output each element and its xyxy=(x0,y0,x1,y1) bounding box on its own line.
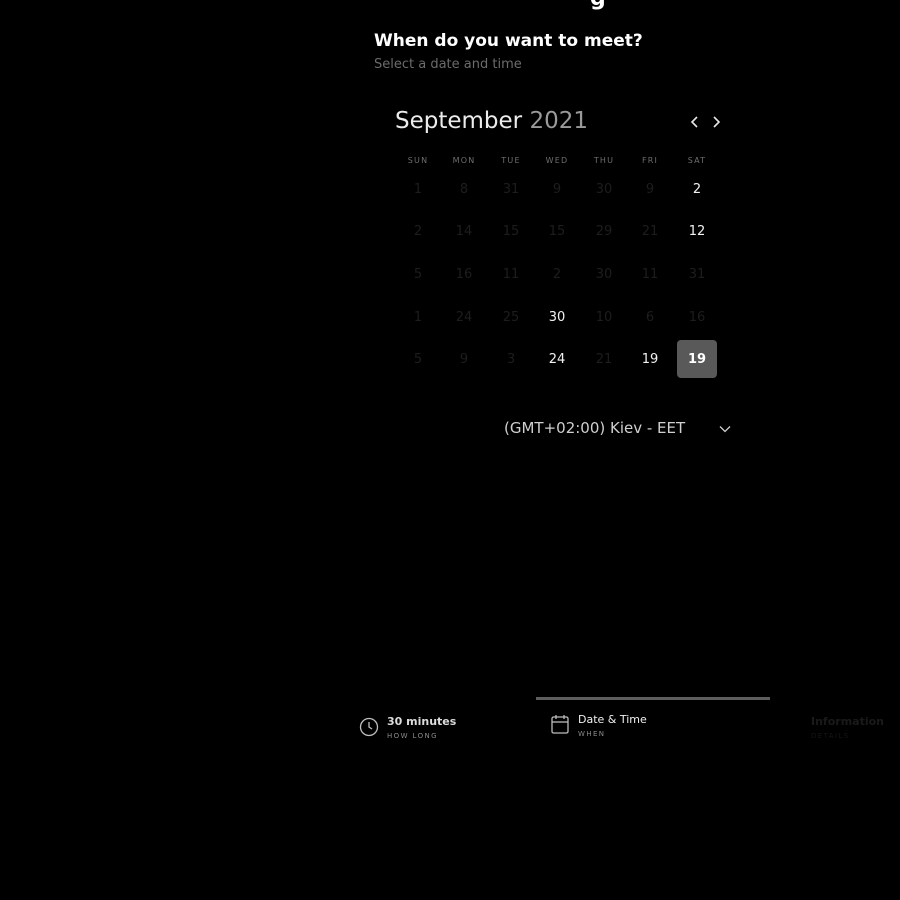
calendar-day: 9 xyxy=(645,181,655,197)
weekday-label: SUN xyxy=(407,156,429,165)
weekday-label: THU xyxy=(593,156,615,165)
chevron-right-icon xyxy=(713,116,721,128)
calendar-day: 29 xyxy=(595,223,613,239)
calendar-day: 21 xyxy=(595,351,613,367)
calendar-day: 15 xyxy=(548,223,566,239)
calendar-year: 2021 xyxy=(529,108,588,134)
weekday-label: TUE xyxy=(501,156,521,165)
calendar-day[interactable]: 12 xyxy=(677,212,717,250)
timezone-label: (GMT+02:00) Kiev - EET xyxy=(504,419,686,437)
calendar-day[interactable]: 24 xyxy=(537,340,577,378)
calendar-day: 5 xyxy=(413,351,423,367)
calendar-day: 1 xyxy=(413,181,423,197)
chevron-left-icon xyxy=(690,116,698,128)
page-heading-fragment: g xyxy=(590,0,606,11)
calendar-month-year: September 2021 xyxy=(395,108,588,134)
step-information-sublabel: DETAILS xyxy=(811,732,850,740)
weekday-label: MON xyxy=(452,156,476,165)
calendar-day: 31 xyxy=(502,181,520,197)
step-date-time-label: Date & Time xyxy=(578,713,647,726)
calendar-day: 6 xyxy=(645,309,655,325)
calendar-day: 30 xyxy=(595,181,613,197)
prev-month-button[interactable] xyxy=(686,113,704,131)
step-information-label: Information xyxy=(811,715,884,728)
calendar-day: 11 xyxy=(502,266,520,282)
calendar-day: 5 xyxy=(413,266,423,282)
step-date-time-sublabel: WHEN xyxy=(578,730,606,738)
active-step-indicator xyxy=(536,697,770,700)
calendar-day: 10 xyxy=(595,309,613,325)
step-duration-sublabel: HOW LONG xyxy=(387,732,438,740)
calendar-day: 24 xyxy=(455,309,473,325)
calendar-day: 16 xyxy=(688,309,706,325)
calendar-day-selected[interactable]: 19 xyxy=(677,340,717,378)
calendar-day: 16 xyxy=(455,266,473,282)
calendar-day: 8 xyxy=(459,181,469,197)
calendar-day: 11 xyxy=(641,266,659,282)
calendar-day[interactable]: 2 xyxy=(677,170,717,208)
weekday-label: WED xyxy=(545,156,569,165)
calendar-day: 31 xyxy=(688,266,706,282)
calendar-day: 14 xyxy=(455,223,473,239)
timezone-select[interactable]: (GMT+02:00) Kiev - EET xyxy=(504,418,736,440)
question-subtitle: Select a date and time xyxy=(374,57,522,72)
calendar-day: 1 xyxy=(413,309,423,325)
clock-icon xyxy=(359,717,379,737)
weekday-label: FRI xyxy=(641,156,659,165)
step-duration-label: 30 minutes xyxy=(387,715,457,728)
calendar-month: September xyxy=(395,108,523,134)
question-title: When do you want to meet? xyxy=(374,31,643,51)
calendar-day: 9 xyxy=(459,351,469,367)
calendar-day: 2 xyxy=(413,223,423,239)
calendar-day: 25 xyxy=(502,309,520,325)
calendar-icon xyxy=(551,715,569,734)
calendar-day[interactable]: 30 xyxy=(537,298,577,336)
next-month-button[interactable] xyxy=(707,113,725,131)
calendar-day: 2 xyxy=(552,266,562,282)
calendar-day: 30 xyxy=(595,266,613,282)
calendar-day: 3 xyxy=(506,351,516,367)
booking-page: g When do you want to meet? Select a dat… xyxy=(0,0,900,900)
weekday-label: SAT xyxy=(687,156,707,165)
calendar-day: 9 xyxy=(552,181,562,197)
calendar-day[interactable]: 19 xyxy=(630,340,670,378)
chevron-down-icon xyxy=(719,426,731,433)
calendar-day: 15 xyxy=(502,223,520,239)
calendar-day: 21 xyxy=(641,223,659,239)
